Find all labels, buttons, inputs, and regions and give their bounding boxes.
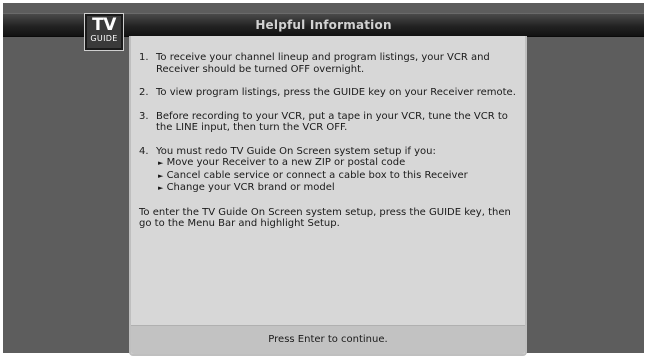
tip-text: Before recording to your VCR, put a tape… xyxy=(156,110,508,134)
tip-number: 3. xyxy=(139,110,149,122)
triangle-right-icon: ► xyxy=(158,171,164,180)
continue-bar[interactable]: Press Enter to continue. xyxy=(131,325,525,354)
tip-text: To view program listings, press the GUID… xyxy=(156,87,516,98)
sub-item-text: Change your VCR brand or model xyxy=(166,182,335,193)
tip-item: 2. To view program listings, press the G… xyxy=(139,87,523,99)
sub-item-text: Cancel cable service or connect a cable … xyxy=(166,169,468,181)
continue-prompt: Press Enter to continue. xyxy=(268,334,388,345)
triangle-right-icon: ► xyxy=(158,184,164,192)
tip-item: 1. To receive your channel lineup and pr… xyxy=(139,52,523,75)
logo-tv-text: TV xyxy=(92,15,116,35)
tip-text: You must redo TV Guide On Screen system … xyxy=(156,145,436,157)
tv-screen: Helpful Information TV GUIDE 1. To recei… xyxy=(3,3,644,356)
tip-item: 3. Before recording to your VCR, put a t… xyxy=(139,111,523,134)
sub-item-text: Move your Receiver to a new ZIP or posta… xyxy=(166,157,406,168)
sub-item: ► Change your VCR brand or model xyxy=(156,182,523,195)
logo-guide-text: GUIDE xyxy=(90,34,118,43)
sub-item: ► Move your Receiver to a new ZIP or pos… xyxy=(156,157,523,170)
info-panel: 1. To receive your channel lineup and pr… xyxy=(129,36,527,356)
triangle-right-icon: ► xyxy=(158,159,164,167)
tip-number: 4. xyxy=(139,145,149,157)
tip-text: To receive your channel lineup and progr… xyxy=(156,52,490,75)
info-content: 1. To receive your channel lineup and pr… xyxy=(139,52,523,230)
tv-guide-logo: TV GUIDE xyxy=(84,13,124,51)
tip-item: 4. You must redo TV Guide On Screen syst… xyxy=(139,146,523,195)
tip-number: 1. xyxy=(139,52,149,63)
tip-number: 2. xyxy=(139,87,149,98)
closing-text: To enter the TV Guide On Screen system s… xyxy=(139,206,511,230)
sub-item: ► Cancel cable service or connect a cabl… xyxy=(156,170,523,183)
